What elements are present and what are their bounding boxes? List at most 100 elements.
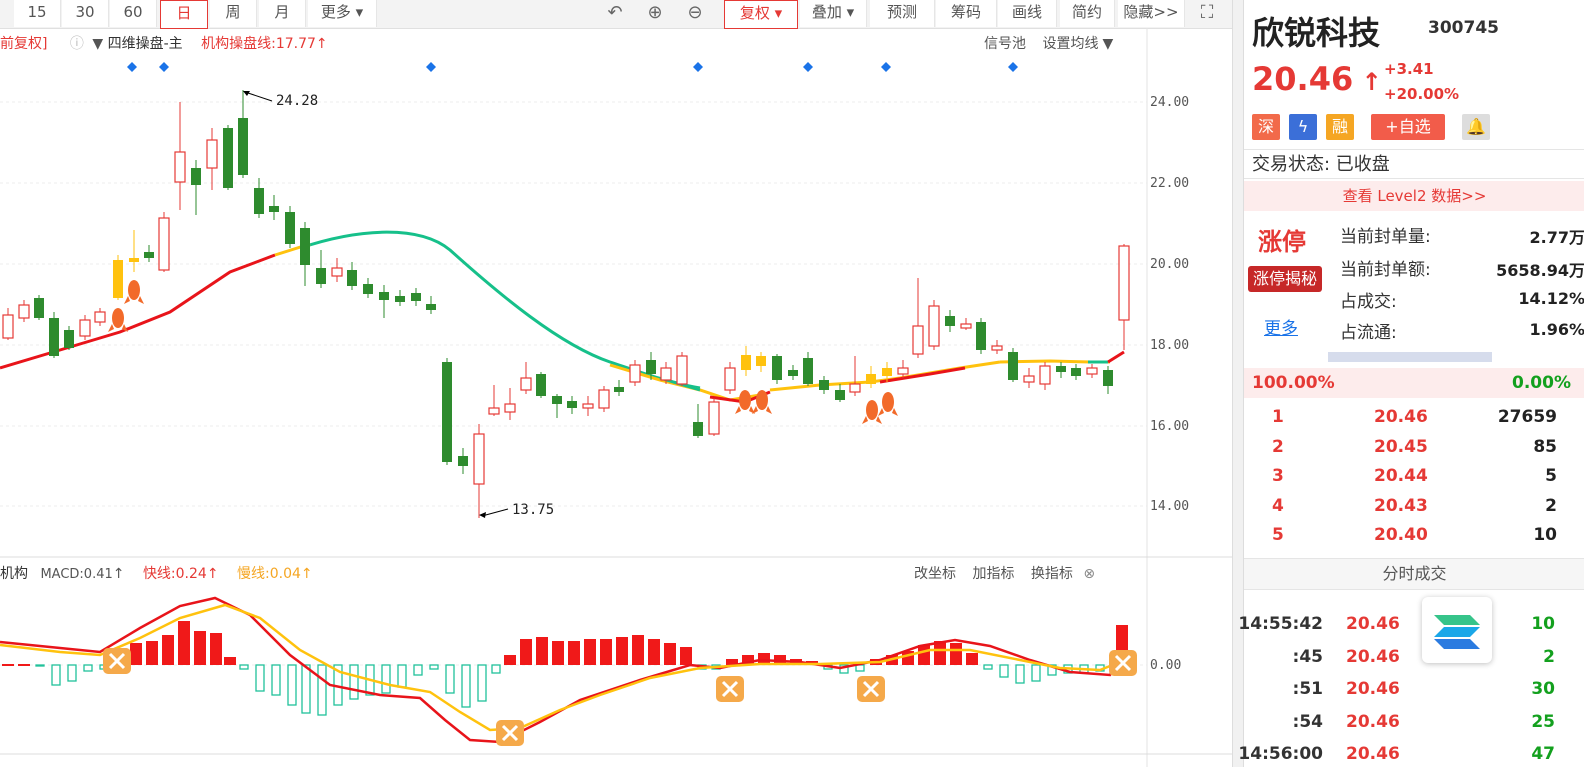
candle-body [18, 304, 30, 319]
order-level: 4 [1272, 495, 1284, 516]
bell-icon[interactable]: 🔔 [1462, 114, 1490, 140]
candle-body [741, 355, 751, 370]
tick-trade-row: :45 20.46 2 [1244, 641, 1584, 673]
macd-value: MACD:0.41 [40, 567, 113, 582]
candle-body [49, 318, 59, 356]
limit-up-label: 涨停 [1258, 228, 1306, 256]
order-level: 1 [1272, 407, 1284, 427]
lightning-icon[interactable]: ϟ [1289, 114, 1317, 140]
sell-ratio: 0.00% [1512, 373, 1571, 393]
macd-slow-value: 慢线:0.04 [237, 566, 301, 582]
candle-body [285, 212, 295, 244]
macd-bar [317, 664, 327, 716]
bid-ask-ratio: 100.00% 0.00% [1244, 368, 1584, 398]
level2-link[interactable]: 查看 Level2 数据>> [1244, 181, 1584, 211]
candle-body [238, 118, 248, 175]
macd-bar [855, 664, 865, 672]
trade-volume: 10 [1531, 614, 1555, 634]
candle-body [1039, 365, 1051, 385]
candle-body [94, 311, 106, 323]
candle-body [819, 380, 829, 390]
trade-time: :51 [1292, 679, 1323, 699]
rocket-icon [108, 280, 898, 424]
more-link[interactable]: 更多 [1264, 314, 1298, 339]
candle-body [928, 305, 940, 347]
macd-bar [584, 639, 596, 665]
trade-ratio-value: 14.12% [1518, 289, 1584, 308]
order-volume: 2 [1545, 495, 1557, 516]
candle-body [976, 322, 986, 350]
candle-body [960, 323, 972, 329]
macd-bar [999, 664, 1009, 678]
candle-body [316, 268, 326, 284]
seal-amount-value: 5658.94万 [1496, 261, 1584, 280]
seal-amount-label: 当前封单额: [1340, 260, 1431, 280]
macd-bar [983, 664, 993, 670]
scroll-handle[interactable] [1328, 352, 1492, 362]
shenzhen-badge: 深 [1252, 114, 1280, 140]
arrow-up-icon: ↑ [300, 566, 313, 582]
trade-volume: 25 [1531, 711, 1555, 732]
order-book-row: 3 20.44 5 [1244, 461, 1584, 491]
candle-body [1103, 370, 1113, 386]
price-change: +3.41 [1384, 60, 1434, 78]
candle-body [269, 206, 279, 212]
change-axis-button[interactable]: 改坐标 [914, 566, 956, 582]
macd-bar [210, 633, 222, 665]
order-level: 3 [1272, 466, 1284, 486]
floating-logo-icon[interactable] [1422, 597, 1492, 663]
trade-price: 20.46 [1346, 646, 1400, 667]
macd-bar [271, 664, 281, 696]
seal-volume-value: 2.77万 [1529, 228, 1584, 247]
institution-line-red-right [879, 366, 966, 384]
buy-ratio: 100.00% [1252, 373, 1335, 393]
macd-bar [600, 639, 612, 665]
signal-diamond [159, 62, 169, 72]
candle-body [945, 316, 955, 326]
signal-diamond [127, 62, 137, 72]
macd-bar [429, 664, 439, 670]
candle-body [34, 298, 44, 318]
order-book-row: 4 20.43 2 [1244, 491, 1584, 521]
candle-body [363, 284, 373, 294]
candle-body [113, 260, 123, 298]
limit-up-box: 涨停 涨停揭秘 更多 当前封单量: 2.77万 当前封单额: 5658.94万 … [1244, 214, 1584, 364]
candle-body [520, 377, 532, 391]
candlestick-chart[interactable]: 24.28 13.75 [0, 0, 1232, 767]
add-watchlist-button[interactable]: +自选 [1371, 114, 1445, 140]
candle-body [803, 358, 813, 384]
macd-bar [1015, 664, 1025, 684]
trade-price: 20.46 [1346, 711, 1400, 732]
candle-body [552, 396, 562, 404]
trade-price: 20.46 [1346, 744, 1400, 764]
macd-bar [461, 664, 471, 708]
macd-bar [1031, 664, 1041, 682]
macd-bar [130, 643, 142, 665]
add-indicator-button[interactable]: 加指标 [972, 566, 1014, 582]
order-price: 20.46 [1374, 407, 1428, 427]
candle-body [897, 367, 909, 375]
price-change-pct: +20.00% [1384, 85, 1460, 103]
trade-price: 20.46 [1346, 679, 1400, 699]
institution-line-red-end [1107, 350, 1125, 364]
macd-bar [568, 641, 580, 665]
macd-bar [2, 664, 14, 666]
tick-trade-row: 14:56:00 20.46 47 [1238, 738, 1584, 770]
macd-bar [255, 664, 265, 692]
macd-bar [301, 664, 311, 714]
candle-body [79, 319, 91, 337]
switch-indicator-button[interactable]: 换指标 [1031, 566, 1073, 582]
signal-diamond [426, 62, 436, 72]
kline-chart-area[interactable]: 15 30 60 日 周 月 更多 ▾ ↶ ⊕ ⊖ 复权 ▾ 叠加 ▾ 预测 筹… [0, 0, 1232, 767]
trade-ratio-label: 占成交: [1340, 292, 1397, 312]
macd-bar [520, 639, 532, 665]
macd-bar [67, 664, 77, 682]
macd-bar [146, 641, 158, 665]
close-icon[interactable]: ⊗ [1083, 566, 1095, 582]
candle-body [1071, 368, 1081, 376]
limit-secret-button[interactable]: 涨停揭秘 [1248, 266, 1322, 292]
float-ratio-label: 占流通: [1340, 323, 1397, 343]
candle-body [411, 293, 421, 301]
order-price: 20.45 [1374, 436, 1428, 457]
order-price: 20.43 [1374, 495, 1428, 516]
